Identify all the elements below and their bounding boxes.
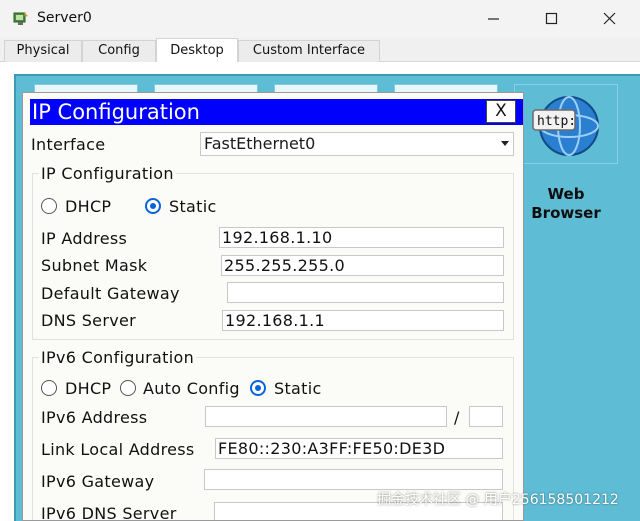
tab-desktop[interactable]: Desktop: [156, 38, 238, 63]
web-browser-label[interactable]: Web Browser: [514, 185, 618, 223]
dns-server-field[interactable]: 192.168.1.1: [222, 310, 504, 331]
ipv6-static-radio[interactable]: [250, 380, 266, 396]
link-local-address-label: Link Local Address: [41, 440, 195, 459]
svg-text:http:: http:: [537, 114, 576, 129]
tab-custom-interface[interactable]: Custom Interface: [238, 40, 380, 62]
ipv6-auto-config-label: Auto Config: [143, 379, 240, 398]
tab-bar: Physical Config Desktop Custom Interface: [0, 38, 640, 63]
maximize-button[interactable]: [523, 0, 581, 38]
minimize-icon: [488, 18, 499, 20]
ipv6-prefix-field[interactable]: [469, 406, 503, 427]
interface-value: FastEthernet0: [204, 134, 316, 153]
maximize-icon: [545, 12, 558, 25]
ipv6-dns-server-label: IPv6 DNS Server: [41, 504, 177, 521]
ipv6-address-label: IPv6 Address: [41, 408, 148, 427]
window-close-button[interactable]: [581, 0, 639, 38]
close-icon: [603, 12, 616, 25]
default-gateway-label: Default Gateway: [41, 284, 180, 303]
ipv6-dhcp-radio[interactable]: [41, 380, 57, 396]
server-app-icon: [13, 12, 28, 25]
ipv4-static-radio[interactable]: [145, 198, 161, 214]
subnet-mask-label: Subnet Mask: [41, 256, 148, 275]
minimize-button[interactable]: [465, 0, 523, 38]
interface-label: Interface: [31, 135, 106, 154]
ip-address-field[interactable]: 192.168.1.10: [219, 227, 504, 248]
window-title-bar: Server0: [0, 0, 640, 38]
dialog-title-bar: IP Configuration: [30, 99, 523, 125]
ipv4-group-title: IP Configuration: [39, 164, 176, 183]
ipv6-static-label: Static: [274, 379, 322, 398]
ipv4-dhcp-label: DHCP: [65, 197, 112, 216]
link-local-address-field: FE80::230:A3FF:FE50:DE3D: [215, 438, 503, 459]
tab-physical[interactable]: Physical: [4, 40, 82, 62]
ipv6-gateway-label: IPv6 Gateway: [41, 472, 155, 491]
web-browser-icon[interactable]: http:: [527, 88, 603, 158]
subnet-mask-field[interactable]: 255.255.255.0: [221, 255, 504, 276]
ipv6-gateway-field[interactable]: [204, 469, 503, 490]
ipv6-dhcp-label: DHCP: [65, 379, 112, 398]
ipv4-dhcp-radio[interactable]: [41, 198, 57, 214]
watermark: 掘金技术社区 @ 用户2561585012​12: [377, 492, 619, 508]
ipv6-address-field[interactable]: [205, 406, 447, 427]
dialog-close-button[interactable]: X: [486, 100, 516, 123]
ip-configuration-dialog: IP Configuration X Interface FastEtherne…: [22, 92, 524, 521]
ip-address-label: IP Address: [41, 229, 128, 248]
chevron-down-icon: [501, 141, 509, 146]
ipv6-prefix-separator: /: [454, 408, 460, 427]
dialog-title: IP Configuration: [32, 100, 200, 124]
ipv4-static-label: Static: [169, 197, 217, 216]
window-title: Server0: [37, 10, 92, 26]
ipv6-group-title: IPv6 Configuration: [39, 348, 197, 367]
interface-select[interactable]: FastEthernet0: [200, 132, 514, 156]
default-gateway-field[interactable]: [227, 282, 504, 303]
ipv6-auto-config-radio[interactable]: [120, 380, 136, 396]
tab-config[interactable]: Config: [82, 40, 156, 62]
dns-server-label: DNS Server: [41, 311, 136, 330]
